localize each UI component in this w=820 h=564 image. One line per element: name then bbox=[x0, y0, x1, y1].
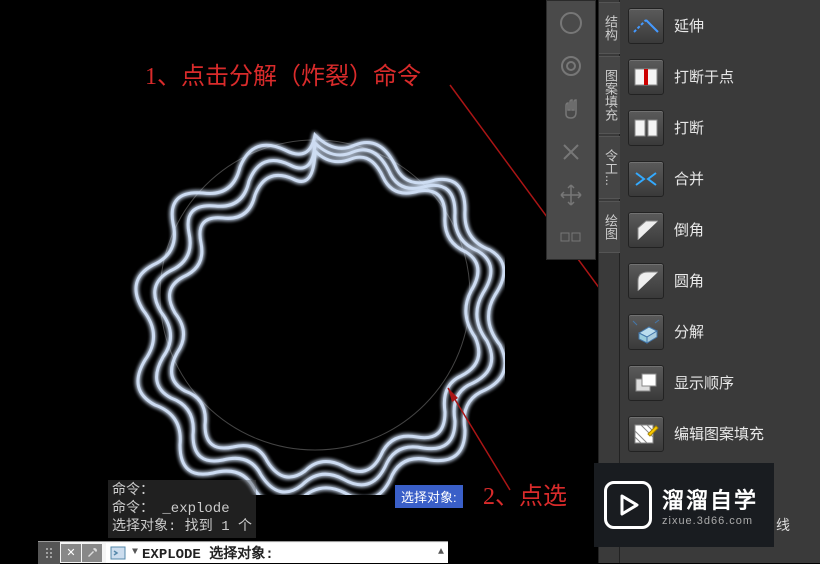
close-icon[interactable]: ✕ bbox=[61, 544, 81, 562]
tool-join[interactable]: 合并 bbox=[620, 153, 820, 204]
play-logo-icon bbox=[604, 481, 652, 529]
cmd-history-line: 命令： bbox=[112, 482, 252, 500]
tool-label: 打断 bbox=[674, 117, 820, 138]
nav-tool[interactable] bbox=[551, 3, 591, 42]
watermark-badge: 溜溜自学 zixue.3d66.com bbox=[594, 463, 774, 547]
edit-hatch-icon bbox=[628, 416, 664, 452]
cmd-history-line: 命令： _explode bbox=[112, 500, 252, 518]
annotation-step-2: 2、点选 bbox=[483, 476, 567, 511]
annotation-step-1: 1、点击分解（炸裂）命令 bbox=[145, 56, 421, 91]
extend-icon bbox=[628, 8, 664, 44]
break-at-point-icon bbox=[628, 59, 664, 95]
tool-fillet[interactable]: 圆角 bbox=[620, 255, 820, 306]
tool-explode[interactable]: 分解 bbox=[620, 306, 820, 357]
tool-label: 圆角 bbox=[674, 270, 820, 291]
command-bar-grip[interactable] bbox=[38, 542, 60, 564]
draw-order-icon bbox=[628, 365, 664, 401]
tool-label: 合并 bbox=[674, 168, 820, 189]
command-line-bar: ✕ ▼ EXPLODE 选择对象: ▲ bbox=[38, 541, 448, 563]
navigation-toolbar bbox=[546, 0, 596, 260]
dropdown-caret-icon[interactable]: ▼ bbox=[132, 547, 138, 558]
tool-draw-order[interactable]: 显示顺序 bbox=[620, 357, 820, 408]
tool-edit-hatch[interactable]: 编辑图案填充 bbox=[620, 408, 820, 459]
tab-draw[interactable]: 绘图 bbox=[599, 201, 622, 253]
tool-label: 打断于点 bbox=[674, 66, 820, 87]
join-icon bbox=[628, 161, 664, 197]
move-icon[interactable] bbox=[551, 175, 591, 214]
command-history: 命令： 命令： _explode 选择对象: 找到 1 个 bbox=[108, 480, 256, 538]
tool-label: 延伸 bbox=[674, 15, 820, 36]
tab-pattern-fill[interactable]: 图案填充 bbox=[599, 56, 622, 134]
tool-label: 编辑图案填充 bbox=[674, 423, 820, 444]
command-text: EXPLODE 选择对象: bbox=[142, 543, 274, 563]
edge-text: 线 bbox=[776, 515, 790, 535]
history-caret-icon[interactable]: ▲ bbox=[438, 547, 444, 558]
select-objects-prompt: 选择对象: bbox=[395, 485, 463, 508]
explode-icon bbox=[628, 314, 664, 350]
break-icon bbox=[628, 110, 664, 146]
tool-break-at-point[interactable]: 打断于点 bbox=[620, 51, 820, 102]
tool-icon[interactable] bbox=[551, 132, 591, 171]
command-prompt-icon bbox=[110, 545, 128, 561]
tool-chamfer[interactable]: 倒角 bbox=[620, 204, 820, 255]
pan-hand-icon[interactable] bbox=[551, 89, 591, 128]
chamfer-icon bbox=[628, 212, 664, 248]
wrench-icon[interactable] bbox=[82, 544, 102, 562]
tool-label: 倒角 bbox=[674, 219, 820, 240]
fillet-icon bbox=[628, 263, 664, 299]
gear-spline-shape bbox=[125, 95, 505, 495]
watermark-subtitle: zixue.3d66.com bbox=[662, 515, 758, 527]
tab-structure[interactable]: 结构 bbox=[599, 2, 622, 54]
cmd-history-line: 选择对象: 找到 1 个 bbox=[112, 518, 252, 536]
tool-break[interactable]: 打断 bbox=[620, 102, 820, 153]
tab-command-tools[interactable]: 令工... bbox=[599, 136, 622, 199]
command-input[interactable]: ▼ EXPLODE 选择对象: ▲ bbox=[106, 543, 448, 563]
tool-extend[interactable]: 延伸 bbox=[620, 0, 820, 51]
orbit-icon[interactable] bbox=[551, 46, 591, 85]
tool-label: 分解 bbox=[674, 321, 820, 342]
grid-icon[interactable] bbox=[551, 218, 591, 257]
watermark-title: 溜溜自学 bbox=[662, 483, 758, 515]
tool-label: 显示顺序 bbox=[674, 372, 820, 393]
drawing-canvas[interactable]: 1、点击分解（炸裂）命令 2、点选 命令： 命令： _explode 选择对象:… bbox=[0, 0, 596, 563]
